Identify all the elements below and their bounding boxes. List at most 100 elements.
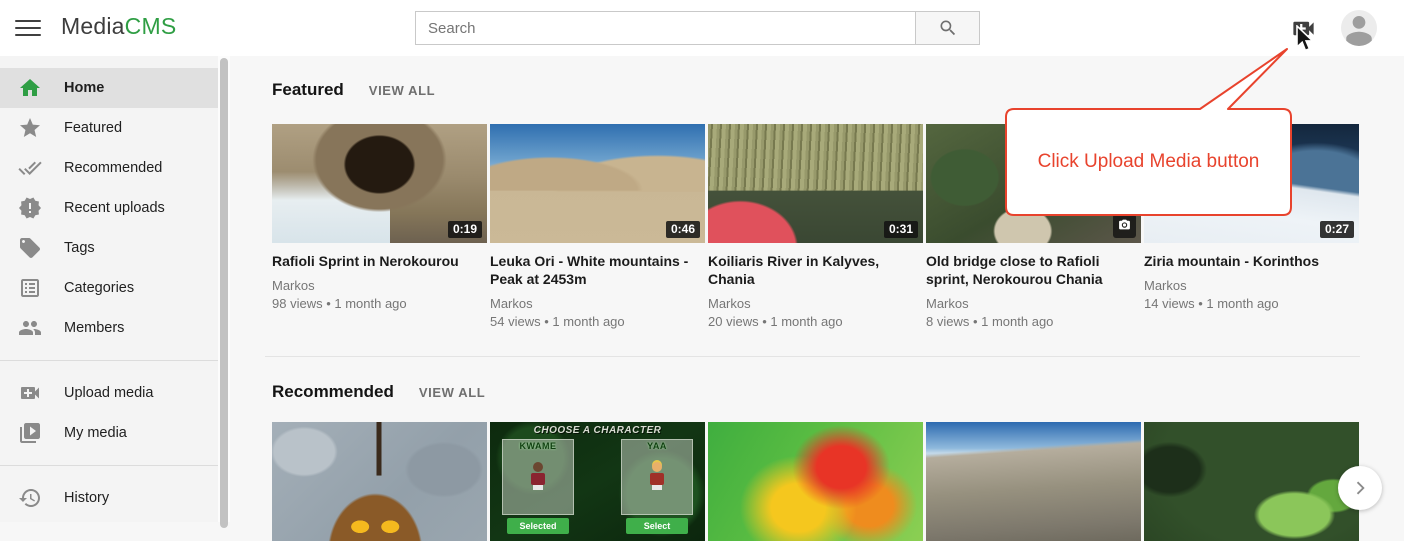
character-panel: YAA	[621, 439, 693, 515]
recommended-view-all-link[interactable]: VIEW ALL	[419, 385, 485, 400]
media-card[interactable]: 0:19 Rafioli Sprint in Nerokourou Markos…	[272, 124, 487, 329]
history-icon	[18, 486, 42, 510]
upload-media-button[interactable]	[1289, 15, 1317, 43]
media-card[interactable]	[708, 422, 923, 541]
sidebar-item-featured[interactable]: Featured	[0, 108, 218, 148]
character-sprite	[648, 462, 666, 490]
sidebar-item-my-media[interactable]: My media	[0, 413, 218, 453]
media-author[interactable]: Markos	[490, 296, 705, 311]
hamburger-menu-icon[interactable]	[13, 14, 43, 42]
media-title[interactable]: Leuka Ori - White mountains - Peak at 24…	[490, 253, 705, 289]
search-icon	[938, 18, 958, 38]
logo-media: Media	[61, 13, 125, 39]
double-check-icon	[18, 156, 42, 180]
media-card[interactable]: 0:31 Koiliaris River in Kalyves, Chania …	[708, 124, 923, 329]
video-thumbnail[interactable]	[1144, 422, 1359, 541]
sidebar-scrollbar	[218, 56, 230, 522]
media-meta: 8 views • 1 month ago	[926, 314, 1141, 329]
recommended-section-header: Recommended VIEW ALL	[272, 382, 485, 402]
sidebar-item-label: Recommended	[64, 160, 162, 176]
media-card[interactable]	[1144, 422, 1359, 541]
sidebar-item-tags[interactable]: Tags	[0, 228, 218, 268]
home-icon	[18, 76, 42, 100]
sidebar-item-label: Featured	[64, 120, 122, 136]
video-thumbnail[interactable]	[272, 422, 487, 541]
categories-icon	[18, 276, 42, 300]
section-title: Recommended	[272, 382, 394, 402]
section-divider	[265, 356, 1360, 357]
video-library-icon	[18, 421, 42, 445]
logo-cms: CMS	[125, 13, 177, 39]
sidebar-item-members[interactable]: Members	[0, 308, 218, 348]
video-thumbnail[interactable]	[926, 422, 1141, 541]
new-releases-icon	[18, 196, 42, 220]
featured-view-all-link[interactable]: VIEW ALL	[369, 83, 435, 98]
media-author[interactable]: Markos	[272, 278, 487, 293]
image-type-badge	[1113, 214, 1136, 238]
media-title[interactable]: Koiliaris River in Kalyves, Chania	[708, 253, 923, 289]
logo[interactable]: MediaCMS	[61, 13, 176, 40]
sidebar-item-recommended[interactable]: Recommended	[0, 148, 218, 188]
upload-media-icon	[18, 381, 42, 405]
upload-media-icon	[1290, 15, 1317, 42]
video-thumbnail[interactable]	[708, 422, 923, 541]
media-author[interactable]: Markos	[708, 296, 923, 311]
person-icon	[1341, 10, 1377, 46]
media-meta: 14 views • 1 month ago	[1144, 296, 1359, 311]
video-thumbnail[interactable]: 0:31	[708, 124, 923, 243]
media-card[interactable]: Old bridge close to Rafioli sprint, Nero…	[926, 124, 1141, 329]
media-title[interactable]: Rafioli Sprint in Nerokourou	[272, 253, 487, 271]
media-card[interactable]: CHOOSE A CHARACTER KWAME YAA Selected Se…	[490, 422, 705, 541]
thumb-game-button: Select	[626, 518, 688, 534]
tag-icon	[18, 236, 42, 260]
thumb-game-heading: CHOOSE A CHARACTER	[490, 425, 705, 436]
image-thumbnail[interactable]	[926, 124, 1141, 243]
members-icon	[18, 316, 42, 340]
featured-section-header: Featured VIEW ALL	[272, 80, 435, 100]
thumb-game-button: Selected	[507, 518, 569, 534]
media-author[interactable]: Markos	[926, 296, 1141, 311]
sidebar-item-home[interactable]: Home	[0, 68, 218, 108]
media-card[interactable]	[272, 422, 487, 541]
media-title[interactable]: Old bridge close to Rafioli sprint, Nero…	[926, 253, 1141, 289]
sidebar: Home Featured Recommended Recent uploads…	[0, 56, 218, 522]
media-card[interactable]: 0:46 Leuka Ori - White mountains - Peak …	[490, 124, 705, 329]
sidebar-item-label: Upload media	[64, 385, 153, 401]
search-input[interactable]	[415, 11, 916, 45]
media-meta: 54 views • 1 month ago	[490, 314, 705, 329]
sidebar-item-label: Recent uploads	[64, 200, 165, 216]
video-thumbnail[interactable]: 0:27	[1144, 124, 1359, 243]
video-thumbnail[interactable]: 0:46	[490, 124, 705, 243]
character-name: YAA	[622, 441, 692, 451]
media-card[interactable]: 0:27 Ziria mountain - Korinthos Markos 1…	[1144, 124, 1359, 329]
sidebar-item-label: Home	[64, 80, 104, 96]
sidebar-divider	[0, 465, 218, 466]
sidebar-item-categories[interactable]: Categories	[0, 268, 218, 308]
sidebar-item-label: Categories	[64, 280, 134, 296]
video-thumbnail[interactable]: CHOOSE A CHARACTER KWAME YAA Selected Se…	[490, 422, 705, 541]
sidebar-item-history[interactable]: History	[0, 478, 218, 518]
carousel-next-button[interactable]	[1338, 466, 1382, 510]
sidebar-item-label: History	[64, 490, 109, 506]
featured-cards-row: 0:19 Rafioli Sprint in Nerokourou Markos…	[272, 124, 1359, 329]
top-bar: MediaCMS	[0, 0, 1404, 56]
mediacms-app: MediaCMS Home Featured Recommended	[0, 0, 1404, 522]
media-title[interactable]: Ziria mountain - Korinthos	[1144, 253, 1359, 271]
scrollbar-thumb[interactable]	[220, 58, 228, 528]
duration-badge: 0:46	[666, 221, 700, 238]
star-icon	[18, 116, 42, 140]
duration-badge: 0:27	[1320, 221, 1354, 238]
recommended-cards-row: CHOOSE A CHARACTER KWAME YAA Selected Se…	[272, 422, 1359, 541]
sidebar-item-upload-media[interactable]: Upload media	[0, 373, 218, 413]
media-author[interactable]: Markos	[1144, 278, 1359, 293]
sidebar-item-label: My media	[64, 425, 127, 441]
sidebar-item-label: Members	[64, 320, 124, 336]
search-button[interactable]	[916, 11, 980, 45]
media-card[interactable]	[926, 422, 1141, 541]
section-title: Featured	[272, 80, 344, 100]
video-thumbnail[interactable]: 0:19	[272, 124, 487, 243]
user-avatar[interactable]	[1341, 10, 1377, 46]
sidebar-item-recent-uploads[interactable]: Recent uploads	[0, 188, 218, 228]
character-panel: KWAME	[502, 439, 574, 515]
media-meta: 98 views • 1 month ago	[272, 296, 487, 311]
